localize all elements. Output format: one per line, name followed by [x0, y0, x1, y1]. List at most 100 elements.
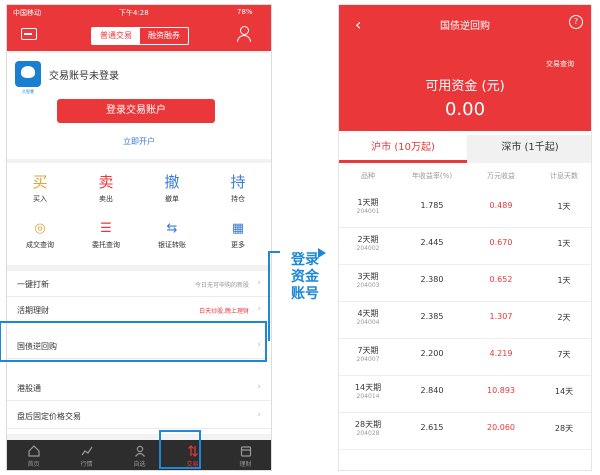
available-funds-label: 可用资金 (元) — [425, 79, 505, 94]
cancel-order-icon: 撤 — [164, 173, 180, 191]
tab-wealth[interactable]: 理财 — [219, 440, 271, 470]
grid-label: 更多 — [231, 241, 245, 249]
product-code: 204003 — [356, 282, 380, 289]
message-icon[interactable] — [21, 28, 37, 40]
table-row[interactable]: 3天期 204003 2.380 0.652 1天 — [339, 265, 591, 302]
tab-label: 自选 — [133, 461, 146, 468]
carrier-text: 中国移动 — [13, 9, 41, 17]
caption-line: 账号 — [291, 286, 319, 302]
broker-logo-text: 大智慧 — [22, 89, 34, 94]
annual-rate: 2.445 — [420, 238, 444, 247]
annual-rate: 2.380 — [420, 275, 444, 284]
list-item-label: 港股通 — [17, 384, 41, 393]
list-item-label: 盘后固定价格交易 — [17, 412, 81, 421]
annual-rate: 1.785 — [420, 201, 444, 210]
sell-icon: 卖 — [98, 173, 114, 191]
product-name: 14天期 — [354, 383, 382, 392]
grid-label: 买入 — [33, 195, 47, 203]
product-code: 204014 — [356, 393, 380, 400]
table-row[interactable]: 4天期 204004 2.385 1.307 2天 — [339, 302, 591, 339]
product-name: 2天期 — [357, 235, 379, 244]
product-code: 204001 — [356, 208, 380, 215]
grid-item-order-query[interactable]: ☰ 委托查询 — [73, 221, 139, 250]
chart-icon — [81, 446, 92, 456]
chevron-right-icon: › — [257, 304, 261, 314]
profit-per-10k: 0.489 — [489, 201, 513, 210]
grid-label: 卖出 — [99, 195, 113, 203]
table-row[interactable]: 1天期 204001 1.785 0.489 1天 — [339, 191, 591, 228]
profit-per-10k: 10.893 — [487, 386, 515, 395]
grid-label: 成交查询 — [26, 241, 54, 249]
position-icon: 持 — [230, 173, 246, 191]
list-item-after-hours[interactable]: 盘后固定价格交易 › — [7, 403, 271, 429]
tab-shenzhen[interactable]: 深市 (1千起) — [467, 135, 591, 163]
grid-item-cancel[interactable]: 撤 撤单 — [139, 173, 205, 204]
list-item-cash-mgmt[interactable]: 活期理财 白天炒股,晚上理财 › — [7, 297, 271, 323]
tab-label: 理财 — [239, 461, 252, 468]
open-account-link[interactable]: 立即开户 — [7, 136, 271, 147]
trade-mode-switch: 普通交易 融资融券 — [91, 27, 189, 45]
table-row[interactable]: 14天期 204014 2.840 10.893 14天 — [339, 376, 591, 413]
interest-days: 7天 — [557, 350, 571, 359]
tab-home[interactable]: 首页 — [7, 440, 60, 470]
profit-per-10k: 0.652 — [489, 275, 513, 284]
tab-shanghai[interactable]: 沪市 (10万起) — [339, 135, 467, 163]
annual-rate: 2.840 — [420, 386, 444, 395]
col-header-rate: 年收益率(%) — [411, 172, 453, 180]
bottom-tab-bar: 首页 行情 自选 交易 理财 — [7, 440, 271, 470]
seg-normal-trade[interactable]: 普通交易 — [92, 28, 140, 44]
market-tabs: 沪市 (10万起) 深市 (1千起) — [339, 135, 591, 163]
help-icon[interactable]: ? — [569, 15, 583, 29]
profit-per-10k: 20.060 — [487, 423, 515, 432]
grid-item-buy[interactable]: 买 买入 — [7, 173, 73, 204]
table-row[interactable]: 28天期 204028 2.615 20.060 28天 — [339, 413, 591, 450]
trade-query-link[interactable]: 交易查询 — [546, 59, 574, 69]
battery-text: 78% — [237, 8, 253, 16]
chevron-right-icon: › — [257, 382, 261, 392]
annual-rate: 2.615 — [420, 423, 444, 432]
grid-item-deal-query[interactable]: ◎ 成交查询 — [7, 221, 73, 250]
chevron-right-icon: › — [257, 410, 261, 420]
grid-item-position[interactable]: 持 持仓 — [205, 173, 271, 204]
table-row[interactable]: 2天期 204002 2.445 0.670 1天 — [339, 228, 591, 265]
list-item-ipo[interactable]: 一键打新 今日无可申购的新股 › — [7, 271, 271, 297]
login-trade-account-button[interactable]: 登录交易账户 — [57, 99, 215, 123]
left-phone-screen: 中国移动 下午4:28 78% 普通交易 融资融券 大智慧 交易账号未登录 登录… — [6, 4, 272, 471]
right-phone-screen: ‹ 国债逆回购 ? 交易查询 可用资金 (元) 0.00 沪市 (10万起) 深… — [338, 4, 592, 471]
list-item-hk-connect[interactable]: 港股通 › — [7, 375, 271, 401]
user-icon[interactable] — [237, 26, 251, 42]
grid-label: 银证转账 — [158, 241, 186, 249]
tab-label: 行情 — [80, 461, 93, 468]
grid-label: 撤单 — [165, 195, 179, 203]
page-title: 国债逆回购 — [440, 21, 490, 32]
grid-item-bank-transfer[interactable]: ⇆ 银证转账 — [139, 221, 205, 250]
annual-rate: 2.200 — [420, 349, 444, 358]
status-bar: 中国移动 下午4:28 78% — [7, 5, 271, 19]
col-header-days: 计息天数 — [550, 172, 578, 180]
seg-margin-trade[interactable]: 融资融券 — [140, 28, 188, 44]
product-name: 1天期 — [357, 198, 379, 207]
home-icon — [27, 445, 40, 457]
order-query-icon: ☰ — [100, 221, 112, 236]
annotation-caption: 登录 资金 账号 — [285, 252, 325, 303]
grid-item-more[interactable]: ▦ 更多 — [205, 221, 271, 250]
grid-item-sell[interactable]: 卖 卖出 — [73, 173, 139, 204]
more-icon: ▦ — [231, 221, 245, 236]
wallet-icon — [240, 446, 251, 457]
list-item-hint: 白天炒股,晚上理财 — [199, 308, 249, 315]
account-card: 大智慧 交易账号未登录 登录交易账户 立即开户 — [7, 53, 271, 159]
product-code: 204004 — [356, 319, 380, 326]
clock-text: 下午4:28 — [119, 9, 149, 17]
product-name: 4天期 — [357, 309, 379, 318]
chevron-right-icon: › — [257, 278, 261, 288]
product-code: 204007 — [356, 356, 380, 363]
interest-days: 28天 — [554, 424, 574, 433]
interest-days: 1天 — [557, 239, 571, 248]
product-name: 28天期 — [354, 420, 382, 429]
table-row[interactable]: 7天期 204007 2.200 4.219 7天 — [339, 339, 591, 376]
tab-market[interactable]: 行情 — [60, 440, 113, 470]
caption-line: 资金 — [291, 269, 319, 285]
person-icon — [134, 445, 145, 457]
list-item-label: 一键打新 — [17, 280, 49, 289]
trade-header: 普通交易 融资融券 — [7, 19, 271, 51]
